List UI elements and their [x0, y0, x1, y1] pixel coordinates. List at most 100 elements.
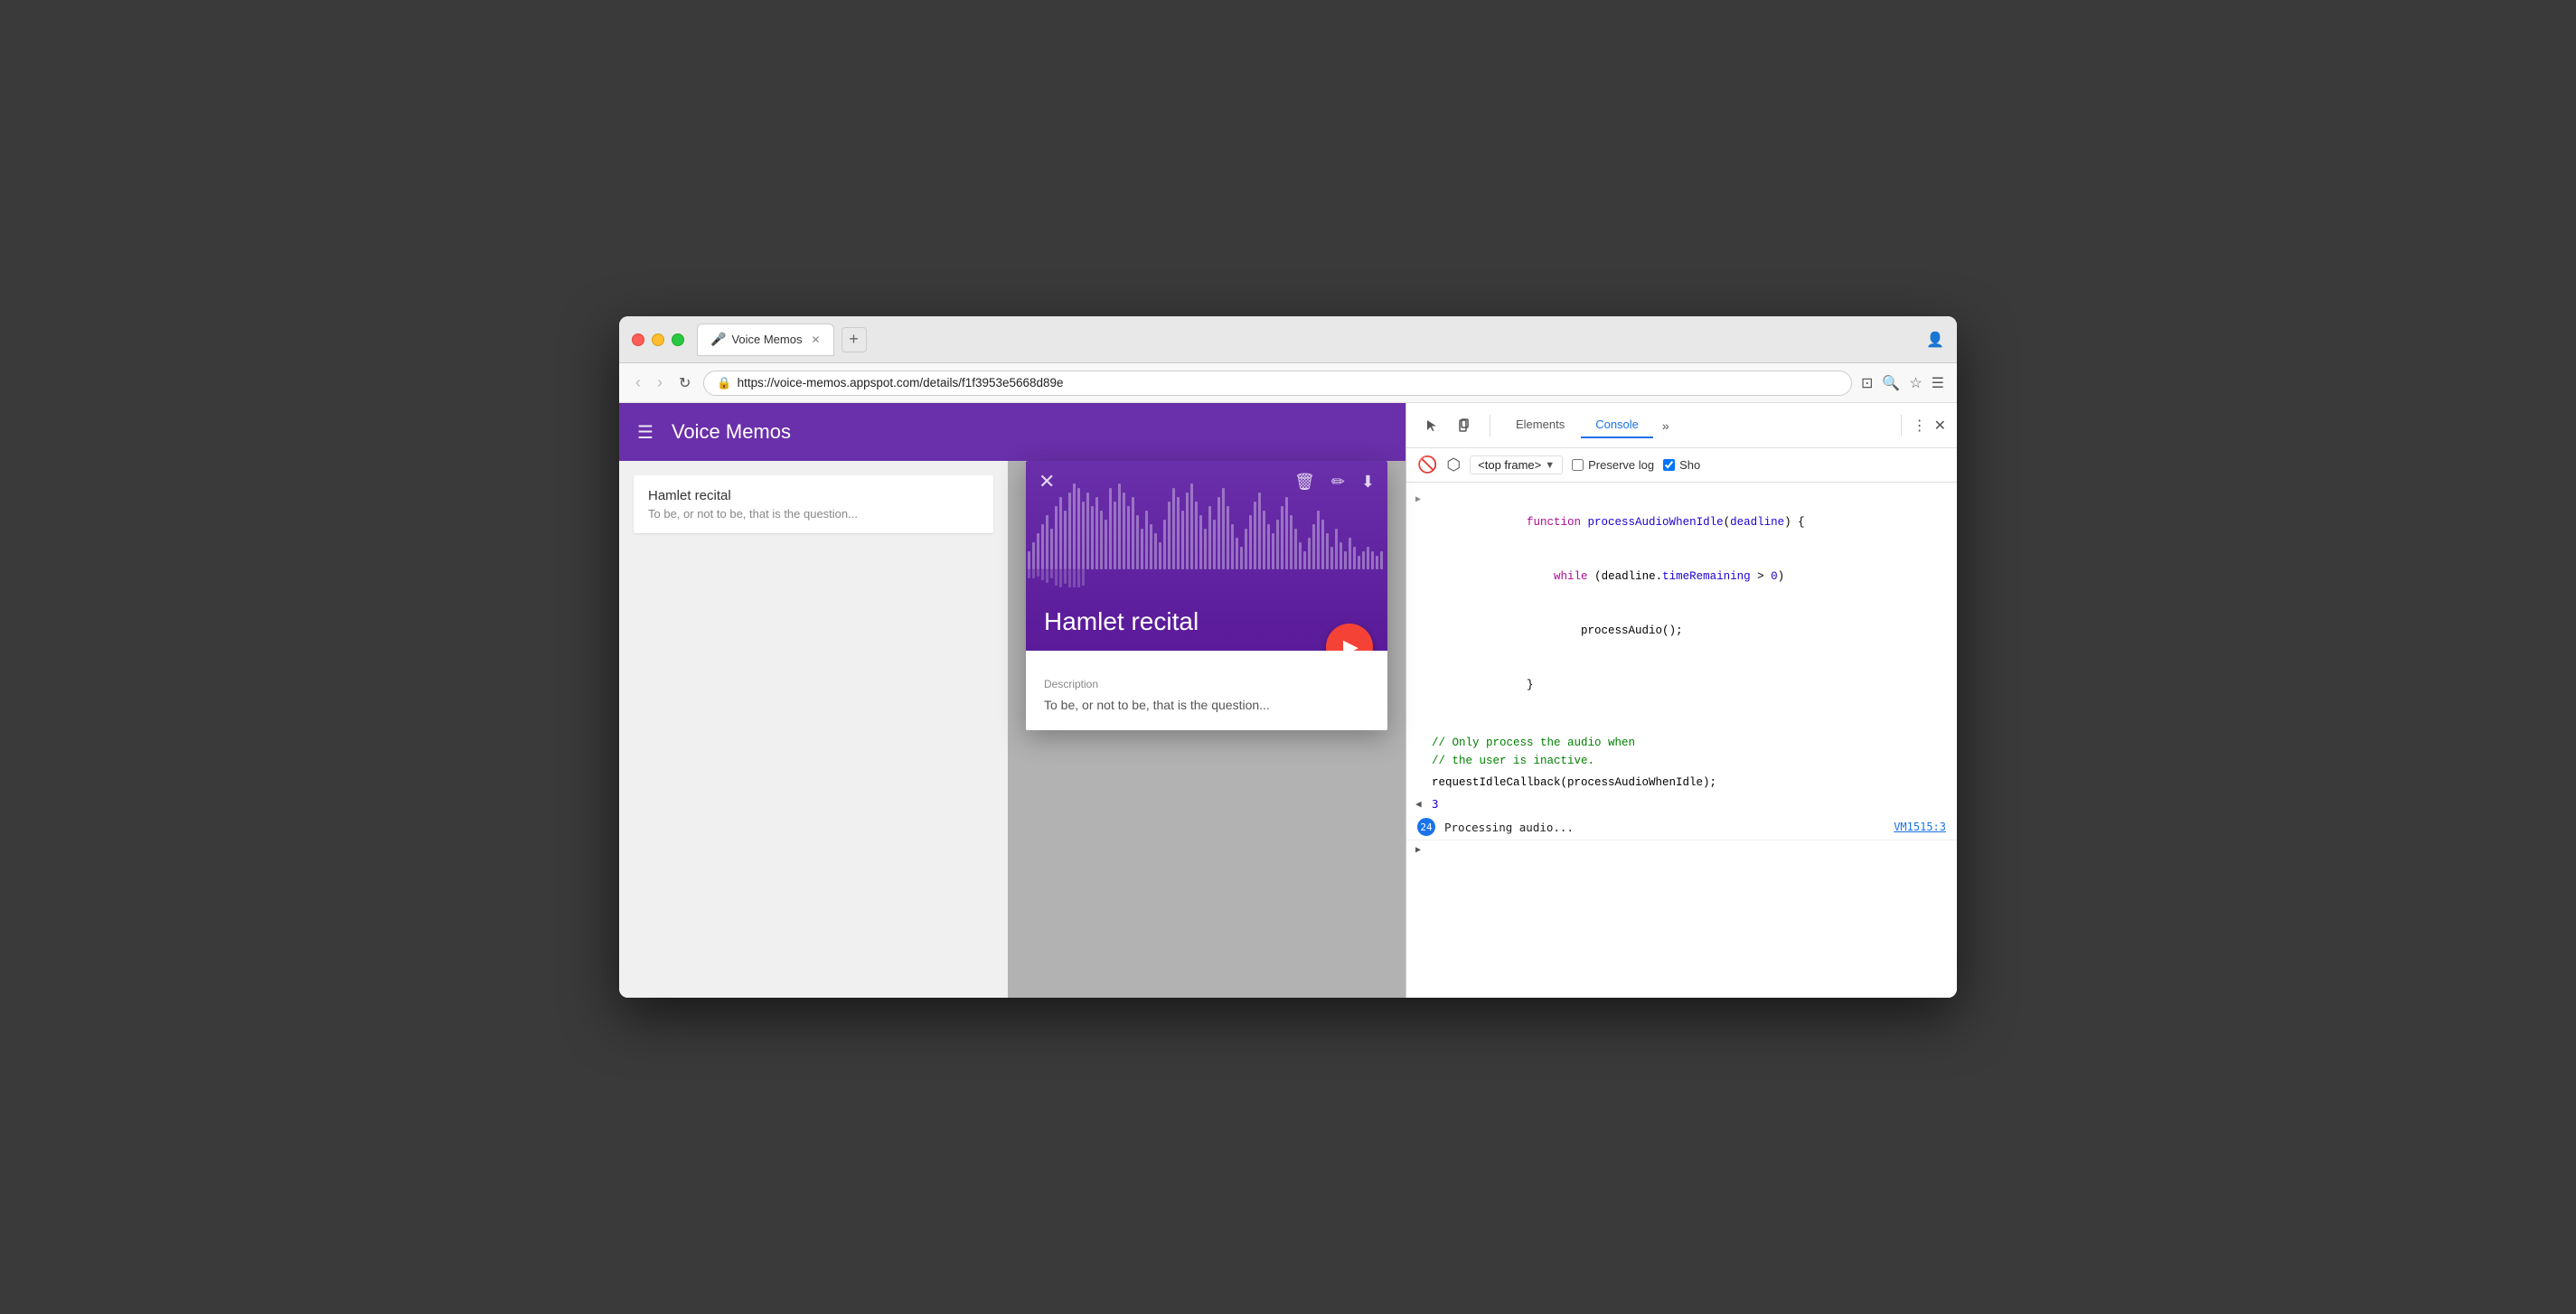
process-audio-call: processAudio();	[1581, 624, 1683, 637]
menu-button[interactable]: ☰	[1932, 374, 1944, 392]
hamburger-menu[interactable]: ☰	[637, 421, 653, 444]
console-clear-button[interactable]: 🚫	[1417, 455, 1437, 474]
frame-label: <top frame>	[1478, 458, 1541, 472]
console-toolbar: 🚫 ⬡ <top frame> ▼ Preserve log Sho	[1406, 448, 1957, 483]
url-bar[interactable]: 🔒 https://voice-memos.appspot.com/detail…	[703, 371, 1852, 396]
minimize-traffic-light[interactable]	[652, 333, 664, 346]
code-line-1: function processAudioWhenIdle(deadline) …	[1432, 495, 1946, 549]
right-separator	[1901, 415, 1902, 436]
device-tool[interactable]	[1450, 411, 1479, 440]
frame-selector[interactable]: <top frame> ▼	[1470, 455, 1563, 474]
console-log-entry: 24 Processing audio... VM1515:3	[1406, 814, 1957, 840]
time-remaining-prop: timeRemaining	[1662, 570, 1751, 583]
address-right-icons: ⊡ 🔍 ☆ ☰	[1861, 374, 1944, 392]
app-header: ☰ Voice Memos	[619, 403, 1406, 461]
maximize-traffic-light[interactable]	[672, 333, 684, 346]
comment-content: // Only process the audio when // the us…	[1432, 734, 1946, 770]
list-item[interactable]: Hamlet recital To be, or not to be, that…	[634, 475, 993, 533]
preserve-log-checkbox[interactable]	[1572, 459, 1584, 471]
close-traffic-light[interactable]	[632, 333, 644, 346]
console-callback-line: requestIdleCallback(processAudioWhenIdle…	[1406, 772, 1957, 793]
preserve-log-checkbox-label[interactable]: Preserve log	[1572, 458, 1654, 472]
keyword-function: function	[1527, 516, 1588, 529]
main-content: ☰ Voice Memos Hamlet recital To be, or n…	[619, 403, 1957, 998]
url-text: https://voice-memos.appspot.com/details/…	[738, 376, 1064, 390]
tab-favicon: 🎤	[710, 332, 726, 347]
modal-toolbar: ✕ 🗑 ✏ ⬇	[1039, 470, 1375, 493]
code-line-4: }	[1432, 658, 1946, 712]
code-content: function processAudioWhenIdle(deadline) …	[1432, 495, 1946, 712]
console-code-block: function processAudioWhenIdle(deadline) …	[1406, 490, 1957, 714]
memo-item-title: Hamlet recital	[648, 488, 979, 503]
waveform-visual	[1026, 479, 1387, 587]
while-close-paren: )	[1778, 570, 1785, 583]
devtools-close-button[interactable]: ✕	[1934, 417, 1946, 435]
modal-body: Description To be, or not to be, that is…	[1026, 651, 1387, 730]
gt-operator: >	[1751, 570, 1772, 583]
new-tab-button[interactable]: +	[841, 327, 867, 352]
modal-edit-button[interactable]: ✏	[1331, 473, 1345, 492]
indent-1	[1527, 570, 1554, 583]
modal-close-button[interactable]: ✕	[1039, 470, 1055, 493]
devtools-kebab-menu[interactable]: ⋮	[1913, 417, 1927, 435]
search-button[interactable]: 🔍	[1882, 374, 1900, 392]
param-deadline: deadline	[1730, 516, 1784, 529]
show-option-label[interactable]: Sho	[1663, 458, 1700, 472]
callback-content: requestIdleCallback(processAudioWhenIdle…	[1432, 774, 1946, 792]
devtools-panel: Elements Console » ⋮ ✕ 🚫 ⬡ <top frame> ▼	[1406, 403, 1957, 998]
reload-button[interactable]: ↻	[675, 372, 694, 394]
indent-2	[1527, 624, 1581, 637]
modal-download-button[interactable]: ⬇	[1361, 473, 1375, 492]
modal-description-text: To be, or not to be, that is the questio…	[1044, 698, 1369, 712]
detail-area: ✕ 🗑 ✏ ⬇ Hamlet recital ▶	[1008, 461, 1406, 998]
memo-item-description: To be, or not to be, that is the questio…	[648, 507, 979, 521]
console-comment-block: // Only process the audio when // the us…	[1406, 732, 1957, 772]
profile-button[interactable]: 👤	[1926, 331, 1944, 349]
modal-action-buttons: 🗑 ✏ ⬇	[1294, 473, 1375, 492]
log-source-link[interactable]: VM1515:3	[1894, 821, 1946, 833]
modal-overlay: ✕ 🗑 ✏ ⬇ Hamlet recital ▶	[1008, 461, 1406, 998]
modal-waveform-area: ✕ 🗑 ✏ ⬇ Hamlet recital ▶	[1026, 461, 1387, 651]
paren-open: (	[1724, 516, 1731, 529]
console-output: function processAudioWhenIdle(deadline) …	[1406, 483, 1957, 998]
tab-close-button[interactable]: ✕	[811, 333, 820, 346]
function-name: processAudioWhenIdle	[1588, 516, 1724, 529]
title-bar: 🎤 Voice Memos ✕ + 👤	[619, 316, 1957, 363]
cast-button[interactable]: ⊡	[1861, 374, 1873, 392]
preserve-log-area: Preserve log	[1572, 458, 1654, 472]
app-body: Hamlet recital To be, or not to be, that…	[619, 461, 1406, 998]
devtools-header: Elements Console » ⋮ ✕	[1406, 403, 1957, 448]
frame-dropdown-arrow: ▼	[1545, 460, 1555, 471]
secure-icon: 🔒	[717, 376, 731, 390]
forward-button[interactable]: ›	[653, 371, 666, 394]
memo-list: Hamlet recital To be, or not to be, that…	[619, 461, 1008, 998]
bookmark-button[interactable]: ☆	[1909, 374, 1922, 392]
result-arrow: ◀	[1415, 798, 1422, 811]
modal-delete-button[interactable]: 🗑	[1294, 473, 1315, 492]
tab-console[interactable]: Console	[1581, 412, 1653, 438]
show-option-text: Sho	[1679, 458, 1700, 472]
more-tabs-button[interactable]: »	[1655, 415, 1677, 436]
prompt-arrow: ▶	[1415, 845, 1421, 856]
tab-title: Voice Memos	[731, 333, 802, 346]
cursor-tool[interactable]	[1417, 411, 1446, 440]
show-option-checkbox[interactable]	[1663, 459, 1675, 471]
code-line-3: processAudio();	[1432, 604, 1946, 658]
browser-tab[interactable]: 🎤 Voice Memos ✕	[697, 324, 834, 356]
tab-elements[interactable]: Elements	[1501, 412, 1579, 438]
while-paren: (deadline.	[1588, 570, 1663, 583]
back-button[interactable]: ‹	[632, 371, 644, 394]
code-line-2: while (deadline.timeRemaining > 0)	[1432, 549, 1946, 604]
play-icon: ▶	[1343, 635, 1359, 651]
devtools-tools	[1417, 411, 1479, 440]
console-filter-button[interactable]: ⬡	[1446, 455, 1461, 474]
devtools-right-controls: ⋮ ✕	[1897, 415, 1946, 436]
paren-close-brace: ) {	[1784, 516, 1805, 529]
modal-play-button[interactable]: ▶	[1326, 624, 1373, 651]
console-prompt: ▶	[1406, 840, 1957, 861]
keyword-while: while	[1554, 570, 1588, 583]
traffic-lights	[632, 333, 684, 346]
devtools-tabs: Elements Console »	[1501, 412, 1890, 438]
preserve-log-text: Preserve log	[1588, 458, 1654, 472]
app-area: ☰ Voice Memos Hamlet recital To be, or n…	[619, 403, 1406, 998]
